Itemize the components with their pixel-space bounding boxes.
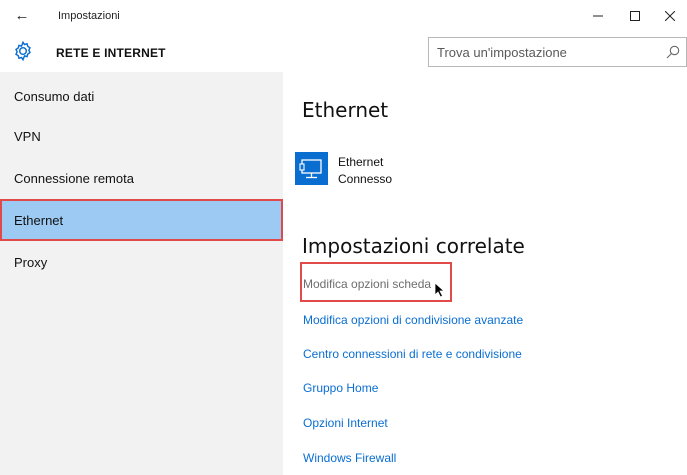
link-windows-firewall[interactable]: Windows Firewall <box>303 451 396 465</box>
close-icon <box>665 11 675 21</box>
sidebar-item-connessione-remota[interactable]: Connessione remota <box>0 158 283 198</box>
ethernet-monitor-icon <box>299 159 322 179</box>
maximize-button[interactable] <box>620 4 650 28</box>
sidebar-item-proxy[interactable]: Proxy <box>0 242 283 282</box>
link-modifica-opzioni-scheda[interactable]: Modifica opzioni scheda <box>303 277 431 291</box>
related-settings-heading: Impostazioni correlate <box>302 234 525 258</box>
minimize-icon <box>593 15 603 17</box>
gear-icon <box>15 40 31 62</box>
minimize-button[interactable] <box>583 4 613 28</box>
ethernet-connection-tile[interactable] <box>295 152 328 185</box>
link-gruppo-home[interactable]: Gruppo Home <box>303 381 378 395</box>
link-centro-connessioni[interactable]: Centro connessioni di rete e condivision… <box>303 347 522 361</box>
link-opzioni-internet[interactable]: Opzioni Internet <box>303 416 388 430</box>
search-input[interactable] <box>429 38 659 66</box>
search-icon[interactable] <box>665 44 681 60</box>
link-condivisione-avanzate[interactable]: Modifica opzioni di condivisione avanzat… <box>303 313 523 327</box>
title-bar: ← Impostazioni <box>0 0 687 32</box>
sidebar: Consumo dati VPN Connessione remota Ethe… <box>0 72 283 475</box>
window-title: Impostazioni <box>58 10 120 22</box>
connection-name[interactable]: Ethernet <box>338 155 383 169</box>
connection-status: Connesso <box>338 172 393 186</box>
back-arrow-icon[interactable]: ← <box>10 4 34 28</box>
page-header: RETE E INTERNET <box>0 32 687 72</box>
sidebar-item-consumo-dati[interactable]: Consumo dati <box>0 76 283 116</box>
section-title: RETE E INTERNET <box>56 46 166 60</box>
sidebar-item-vpn[interactable]: VPN <box>0 116 283 156</box>
page-title: Ethernet <box>302 98 389 122</box>
maximize-icon <box>630 11 640 21</box>
search-box[interactable] <box>428 37 687 67</box>
sidebar-item-ethernet[interactable]: Ethernet <box>0 199 283 241</box>
main-content: Ethernet Ethernet Connesso Impostazioni … <box>283 72 687 475</box>
mouse-cursor-icon <box>434 282 446 298</box>
close-button[interactable] <box>655 4 685 28</box>
